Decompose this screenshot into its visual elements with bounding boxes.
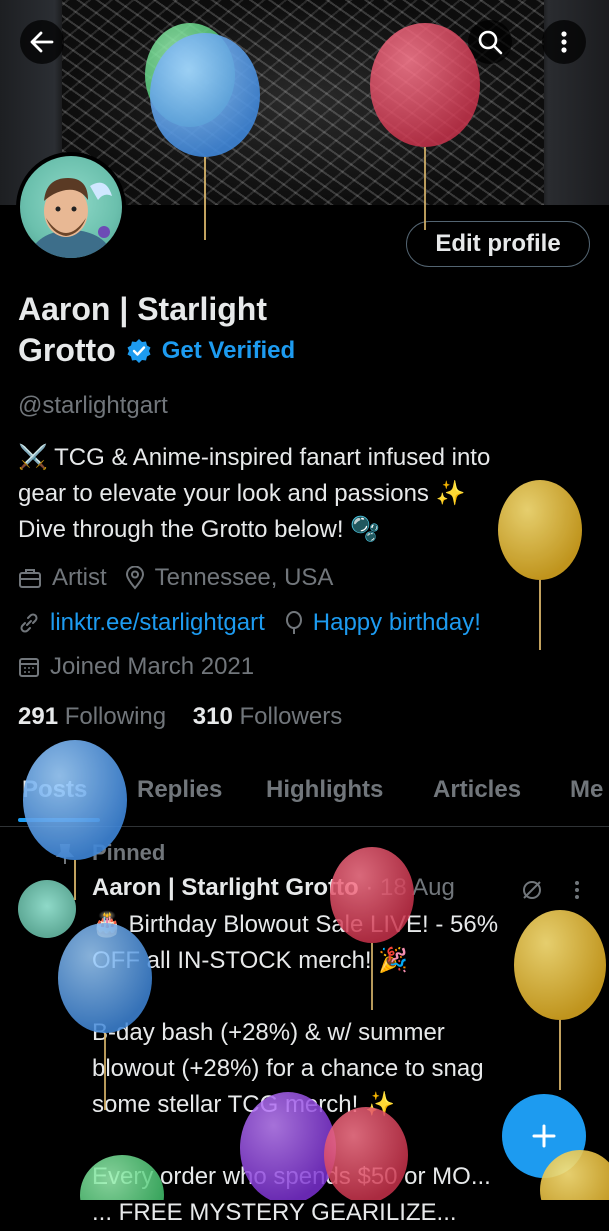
post-text: 🎂 Birthday Blowout Sale LIVE! - 56% OFF … (92, 911, 499, 1226)
search-icon (478, 30, 503, 55)
search-button[interactable] (468, 20, 512, 64)
more-vertical-icon (561, 31, 567, 53)
post-more-icon[interactable] (570, 878, 584, 902)
profile-bio: ⚔️ TCG & Anime-inspired fanart infused i… (18, 440, 588, 548)
profile-meta-row-3: Joined March 2021 (18, 653, 254, 681)
joined-date: Joined March 2021 (50, 653, 255, 680)
location-pin-icon (125, 566, 144, 590)
tab-highlights[interactable]: Highlights (266, 776, 383, 804)
display-name: Aaron | Starlight (18, 291, 267, 327)
pin-icon (56, 844, 74, 864)
following-link[interactable]: 291 Following (18, 703, 166, 730)
post-author-avatar[interactable] (18, 880, 76, 938)
website-link[interactable]: linktr.ee/starlightgart (50, 609, 265, 637)
profile-meta-row-2: linktr.ee/starlightgart Happy birthday! (18, 609, 481, 637)
link-icon (20, 613, 38, 633)
followers-link[interactable]: 310 Followers (193, 703, 342, 730)
followers-label: Followers (239, 703, 343, 730)
post-author-name[interactable]: Aaron | Starlight Grotto (92, 874, 359, 901)
briefcase-icon (19, 569, 41, 588)
avatar-illustration (31, 178, 112, 258)
post-header: Aaron | Starlight Grotto · 18 Aug (92, 874, 455, 902)
calendar-icon (19, 658, 39, 677)
display-name-line2: Grotto (18, 332, 116, 368)
tab-articles[interactable]: Articles (433, 776, 521, 804)
balloon-icon (285, 611, 302, 634)
following-count: 291 (18, 703, 59, 730)
edit-profile-button[interactable]: Edit profile (406, 221, 590, 267)
profile-meta-row-1: Artist Tennessee, USA (18, 564, 333, 592)
followers-count: 310 (192, 703, 233, 730)
more-button[interactable] (542, 20, 586, 64)
bio-line: gear to elevate your look and passions ✨ (18, 480, 466, 507)
get-verified-link[interactable]: Get Verified (162, 337, 295, 365)
plus-icon (532, 1124, 556, 1148)
post-date: · 18 Aug (365, 874, 455, 901)
tab-replies[interactable]: Replies (137, 776, 222, 804)
grok-icon[interactable] (520, 878, 544, 902)
compose-button[interactable] (502, 1094, 586, 1178)
profile-avatar[interactable] (16, 152, 126, 262)
user-handle: @starlightgart (18, 392, 168, 419)
active-tab-indicator (18, 818, 100, 822)
bio-line: ⚔️ TCG & Anime-inspired fanart infused i… (18, 444, 491, 471)
arrow-left-icon (30, 31, 54, 53)
occupation: Artist (52, 564, 107, 591)
tab-media[interactable]: Me (570, 776, 603, 804)
verified-badge-icon (127, 338, 151, 363)
bio-line: Dive through the Grotto below! 🫧 (18, 516, 381, 543)
back-button[interactable] (20, 20, 64, 64)
birthday-link[interactable]: Happy birthday! (313, 609, 481, 637)
tab-posts[interactable]: Posts (22, 776, 87, 804)
profile-tabs: Posts Replies Highlights Articles Me (0, 770, 609, 827)
following-label: Following (64, 703, 167, 730)
location: Tennessee, USA (154, 564, 334, 591)
follow-counts: 291 Following 310 Followers (18, 703, 342, 731)
pinned-label: Pinned (92, 840, 166, 865)
